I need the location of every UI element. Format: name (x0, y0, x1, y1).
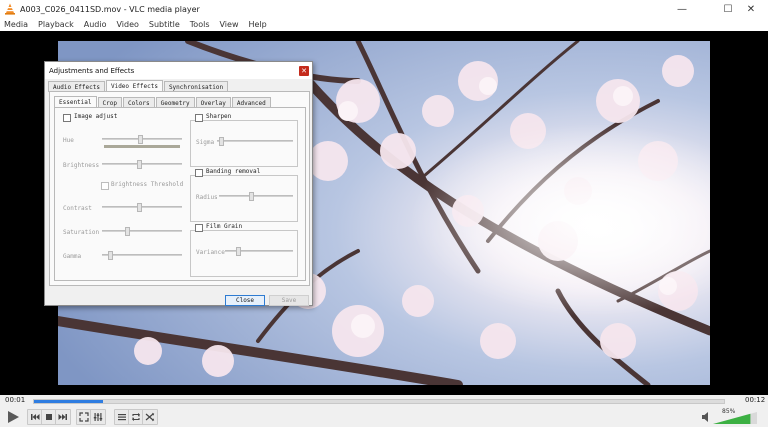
radius-label: Radius (196, 194, 218, 201)
brightness-threshold-checkbox[interactable] (101, 182, 109, 190)
playlist-icon (118, 414, 126, 421)
next-button[interactable] (55, 409, 71, 425)
radius-slider-thumb[interactable] (249, 192, 254, 201)
elapsed-time: 00:01 (5, 396, 26, 404)
saturation-slider-thumb[interactable] (125, 227, 130, 236)
equalizer-icon (93, 413, 103, 421)
gamma-slider[interactable] (102, 251, 182, 260)
loop-icon (132, 413, 140, 421)
window-title: A003_C026_0411SD.mov - VLC media player (20, 4, 200, 14)
adjustments-dialog: Adjustments and Effects ✕ Audio Effects … (44, 61, 313, 306)
hue-color-bar (104, 145, 180, 148)
title-bar: A003_C026_0411SD.mov - VLC media player (0, 0, 768, 18)
brightness-slider[interactable] (102, 160, 182, 169)
menu-subtitle[interactable]: Subtitle (149, 20, 180, 29)
radius-slider[interactable] (219, 192, 293, 201)
variance-slider[interactable] (225, 247, 293, 256)
stop-icon (46, 414, 52, 420)
menu-video[interactable]: Video (116, 20, 138, 29)
dialog-close-button[interactable]: ✕ (299, 66, 309, 76)
seek-progress (34, 400, 103, 403)
seek-bar[interactable] (33, 399, 725, 404)
extended-settings-button[interactable] (90, 409, 106, 425)
menu-view[interactable]: View (220, 20, 239, 29)
hue-slider-thumb[interactable] (138, 135, 143, 144)
contrast-label: Contrast (63, 205, 92, 212)
gamma-slider-thumb[interactable] (108, 251, 113, 260)
menu-tools[interactable]: Tools (190, 20, 210, 29)
sigma-slider[interactable] (217, 137, 293, 146)
minimize-icon: — (677, 3, 687, 15)
variance-label: Variance (196, 249, 225, 256)
control-bar: 85% (0, 408, 768, 427)
minimize-button[interactable]: — (665, 0, 699, 18)
menu-audio[interactable]: Audio (84, 20, 107, 29)
play-icon (8, 411, 19, 423)
close-icon: ✕ (301, 67, 307, 75)
seek-row: 00:01 00:12 (0, 395, 768, 408)
speaker-icon[interactable] (701, 411, 711, 423)
film-grain-label: Film Grain (206, 223, 243, 230)
menu-media[interactable]: Media (4, 20, 28, 29)
maximize-icon: ☐ (723, 3, 733, 15)
close-button[interactable]: Close (225, 295, 265, 306)
menu-help[interactable]: Help (248, 20, 266, 29)
close-window-button[interactable]: ✕ (734, 0, 768, 18)
brightness-label: Brightness (63, 162, 100, 169)
contrast-slider[interactable] (102, 203, 182, 212)
sigma-label: Sigma (196, 139, 215, 146)
shuffle-icon (145, 412, 155, 422)
shuffle-button[interactable] (142, 409, 158, 425)
hue-slider[interactable] (102, 135, 182, 144)
saturation-slider[interactable] (102, 227, 182, 236)
previous-icon (31, 414, 40, 420)
brightness-slider-thumb[interactable] (137, 160, 142, 169)
total-time: 00:12 (745, 396, 766, 404)
essential-panel: Image adjust Hue Brightness Brightness T… (54, 107, 306, 281)
volume-slider[interactable] (713, 412, 757, 424)
image-adjust-checkbox[interactable] (63, 114, 71, 122)
play-button[interactable] (3, 408, 23, 426)
hue-label: Hue (63, 137, 74, 144)
menu-bar: Media Playback Audio Video Subtitle Tool… (0, 18, 768, 31)
film-grain-checkbox[interactable] (195, 224, 203, 232)
fullscreen-icon (79, 412, 89, 422)
sigma-slider-thumb[interactable] (219, 137, 224, 146)
dialog-title-bar: Adjustments and Effects (45, 62, 312, 79)
close-icon: ✕ (746, 3, 756, 15)
contrast-slider-thumb[interactable] (137, 203, 142, 212)
sharpen-checkbox[interactable] (195, 114, 203, 122)
variance-slider-thumb[interactable] (236, 247, 241, 256)
sharpen-label: Sharpen (206, 113, 232, 120)
dialog-title: Adjustments and Effects (49, 66, 135, 75)
gamma-label: Gamma (63, 253, 82, 260)
image-adjust-label: Image adjust (74, 113, 118, 120)
brightness-threshold-label: Brightness Threshold (111, 181, 184, 188)
banding-removal-label: Banding removal (206, 168, 261, 175)
save-button[interactable]: Save (269, 295, 309, 306)
banding-removal-checkbox[interactable] (195, 169, 203, 177)
saturation-label: Saturation (63, 229, 100, 236)
vlc-cone-icon (5, 3, 15, 15)
next-icon (58, 414, 67, 420)
menu-playback[interactable]: Playback (38, 20, 74, 29)
